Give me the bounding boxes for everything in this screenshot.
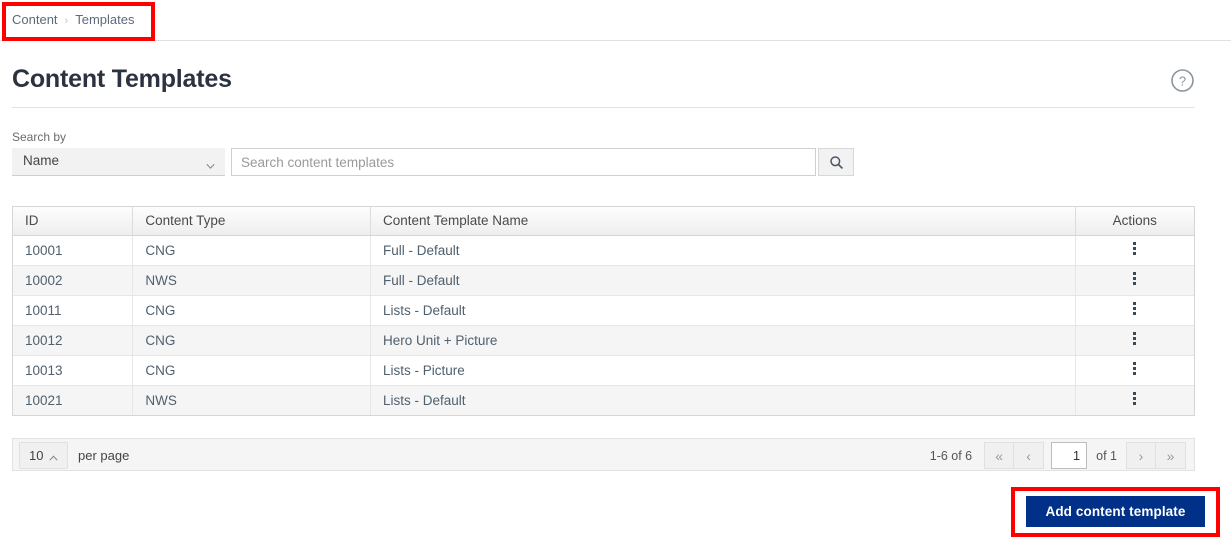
kebab-menu-icon[interactable] bbox=[1127, 328, 1142, 349]
table-row: 10001 CNG Full - Default bbox=[13, 235, 1194, 266]
chevron-down-icon bbox=[206, 158, 215, 169]
cell-name: Lists - Picture bbox=[370, 355, 1076, 386]
table-row: 10013 CNG Lists - Picture bbox=[13, 355, 1194, 386]
search-button[interactable] bbox=[818, 148, 854, 176]
pagination-prev-group: « ‹ bbox=[984, 442, 1045, 469]
cell-id: 10021 bbox=[13, 385, 134, 415]
search-icon bbox=[819, 155, 853, 170]
last-page-button[interactable]: » bbox=[1156, 442, 1186, 469]
table-header-row: ID Content Type Content Template Name Ac… bbox=[13, 207, 1194, 236]
question-circle-icon[interactable]: ? bbox=[1170, 68, 1195, 93]
kebab-menu-icon[interactable] bbox=[1127, 298, 1142, 319]
cell-id: 10013 bbox=[13, 355, 134, 386]
cell-id: 10002 bbox=[13, 265, 134, 296]
table-row: 10011 CNG Lists - Default bbox=[13, 295, 1194, 326]
cell-actions bbox=[1075, 265, 1194, 296]
breadcrumb-item-content[interactable]: Content bbox=[12, 12, 58, 27]
per-page-value: 10 bbox=[29, 448, 44, 463]
kebab-menu-icon[interactable] bbox=[1127, 358, 1142, 379]
title-divider bbox=[12, 107, 1195, 108]
cell-type: CNG bbox=[132, 235, 371, 266]
table-row: 10012 CNG Hero Unit + Picture bbox=[13, 325, 1194, 356]
first-page-button[interactable]: « bbox=[984, 442, 1015, 469]
prev-page-button[interactable]: ‹ bbox=[1014, 442, 1045, 469]
cell-name: Full - Default bbox=[370, 235, 1076, 266]
cell-id: 10012 bbox=[13, 325, 134, 356]
cell-type: CNG bbox=[132, 325, 371, 356]
breadcrumb: Content › Templates bbox=[12, 12, 134, 27]
search-by-select-value: Name bbox=[23, 153, 60, 168]
kebab-menu-icon[interactable] bbox=[1127, 238, 1142, 259]
cell-actions bbox=[1075, 325, 1194, 356]
column-header-name[interactable]: Content Template Name bbox=[370, 207, 1076, 236]
pagination-controls: 1-6 of 6 « ‹ of 1 › » bbox=[930, 439, 1186, 472]
page-title: Content Templates bbox=[12, 65, 232, 93]
cell-actions bbox=[1075, 355, 1194, 386]
cell-actions bbox=[1075, 295, 1194, 326]
search-by-select[interactable]: Name bbox=[12, 148, 225, 176]
table-row: 10021 NWS Lists - Default bbox=[13, 385, 1194, 415]
content-templates-table: ID Content Type Content Template Name Ac… bbox=[12, 206, 1195, 416]
chevron-up-icon bbox=[49, 451, 59, 461]
column-header-type[interactable]: Content Type bbox=[132, 207, 371, 236]
cell-type: CNG bbox=[132, 295, 371, 326]
per-page-label: per page bbox=[78, 448, 130, 463]
breadcrumb-bar: Content › Templates bbox=[0, 0, 1231, 41]
cell-type: NWS bbox=[132, 385, 371, 415]
column-header-actions: Actions bbox=[1075, 207, 1194, 236]
cell-name: Lists - Default bbox=[370, 295, 1076, 326]
breadcrumb-item-templates[interactable]: Templates bbox=[75, 12, 134, 27]
cell-actions bbox=[1075, 385, 1194, 415]
table-row: 10002 NWS Full - Default bbox=[13, 265, 1194, 296]
kebab-menu-icon[interactable] bbox=[1127, 268, 1142, 289]
cell-name: Lists - Default bbox=[370, 385, 1076, 415]
pagination-range: 1-6 of 6 bbox=[929, 448, 973, 463]
per-page-select[interactable]: 10 bbox=[19, 442, 69, 469]
cell-type: NWS bbox=[132, 265, 371, 296]
cell-id: 10001 bbox=[13, 235, 134, 266]
table-body: 10001 CNG Full - Default 10002 NWS Full … bbox=[13, 235, 1194, 415]
column-header-id[interactable]: ID bbox=[13, 207, 134, 236]
pagination-total-pages: of 1 bbox=[1096, 448, 1117, 463]
add-content-template-button[interactable]: Add content template bbox=[1026, 496, 1205, 527]
cell-actions bbox=[1075, 235, 1194, 266]
search-by-label: Search by bbox=[12, 130, 67, 144]
breadcrumb-separator-icon: › bbox=[64, 15, 69, 27]
pagination-bar: 10 per page 1-6 of 6 « ‹ of 1 › » bbox=[12, 438, 1195, 471]
cell-type: CNG bbox=[132, 355, 371, 386]
next-page-button[interactable]: › bbox=[1126, 442, 1156, 469]
page-number-input[interactable] bbox=[1051, 442, 1088, 469]
cell-name: Full - Default bbox=[370, 265, 1076, 296]
page-header: Content Templates ? bbox=[12, 62, 1195, 106]
cell-name: Hero Unit + Picture bbox=[370, 325, 1076, 356]
svg-text:?: ? bbox=[1179, 73, 1186, 88]
search-input[interactable] bbox=[231, 148, 816, 176]
cell-id: 10011 bbox=[13, 295, 134, 326]
kebab-menu-icon[interactable] bbox=[1127, 388, 1142, 409]
pagination-next-group: › » bbox=[1126, 442, 1186, 469]
